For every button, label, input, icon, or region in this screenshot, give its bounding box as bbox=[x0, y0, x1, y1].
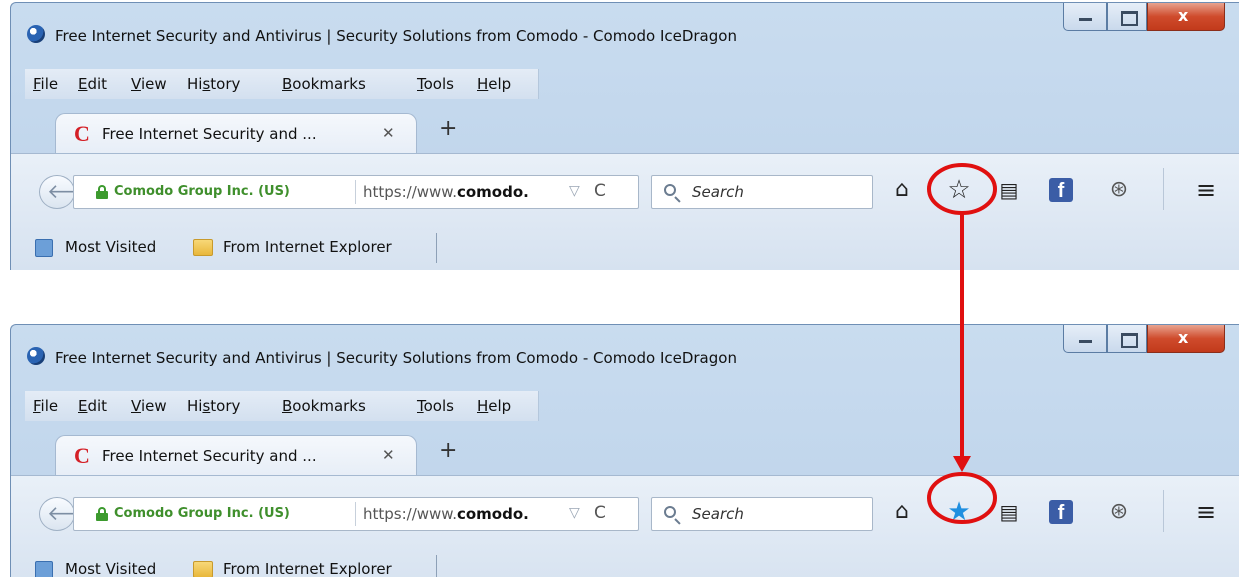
tab-comodo[interactable]: C Free Internet Security and ... ✕ bbox=[55, 435, 417, 475]
url-text[interactable]: https://www.comodo. bbox=[363, 183, 529, 201]
nav-toolbar: 🡐 Comodo Group Inc. (US) https://www.com… bbox=[11, 153, 1239, 225]
most-visited-icon bbox=[35, 239, 53, 257]
home-icon[interactable]: ⌂ bbox=[887, 175, 917, 205]
new-tab-button[interactable]: + bbox=[439, 438, 457, 463]
toolbar-separator bbox=[1163, 490, 1164, 532]
url-separator bbox=[355, 502, 356, 526]
close-window-button[interactable]: x bbox=[1147, 325, 1225, 353]
search-input[interactable] bbox=[692, 505, 862, 523]
menu-help[interactable]: Help bbox=[477, 75, 511, 93]
menu-edit[interactable]: Edit bbox=[78, 75, 107, 93]
folder-icon bbox=[193, 561, 213, 577]
url-bar[interactable]: Comodo Group Inc. (US) https://www.comod… bbox=[73, 497, 639, 531]
tab-title: Free Internet Security and ... bbox=[102, 125, 317, 143]
bookmark-star-filled-icon[interactable]: ★ bbox=[944, 497, 974, 527]
icedragon-app-icon bbox=[27, 25, 45, 43]
tab-comodo[interactable]: C Free Internet Security and ... ✕ bbox=[55, 113, 417, 153]
home-icon[interactable]: ⌂ bbox=[887, 497, 917, 527]
menu-bookmarks[interactable]: Bookmarks bbox=[282, 75, 366, 93]
title-bar: Free Internet Security and Antivirus | S… bbox=[11, 3, 1239, 63]
search-icon bbox=[664, 184, 676, 196]
search-icon bbox=[664, 506, 676, 518]
nav-toolbar: 🡐 Comodo Group Inc. (US) https://www.com… bbox=[11, 475, 1239, 547]
browser-window-after: Free Internet Security and Antivirus | S… bbox=[10, 324, 1239, 577]
bookmark-most-visited[interactable]: Most Visited bbox=[65, 560, 156, 577]
bookmark-star-outline-icon[interactable]: ☆ bbox=[944, 175, 974, 205]
url-bar[interactable]: Comodo Group Inc. (US) https://www.comod… bbox=[73, 175, 639, 209]
toolbar-separator bbox=[1163, 168, 1164, 210]
bookmarks-toolbar: Most Visited From Internet Explorer bbox=[11, 547, 1239, 577]
menu-tools[interactable]: Tools bbox=[417, 75, 454, 93]
maximize-button[interactable] bbox=[1107, 3, 1147, 31]
reading-list-icon[interactable]: ▤ bbox=[994, 175, 1024, 205]
window-title: Free Internet Security and Antivirus | S… bbox=[55, 349, 737, 367]
facebook-icon[interactable]: f bbox=[1049, 178, 1073, 202]
back-button[interactable]: 🡐 bbox=[39, 175, 101, 209]
menu-edit[interactable]: Edit bbox=[78, 397, 107, 415]
reload-icon[interactable]: C bbox=[594, 503, 606, 523]
menu-history[interactable]: History bbox=[187, 397, 240, 415]
tab-close-icon[interactable]: ✕ bbox=[382, 446, 395, 464]
reload-icon[interactable]: C bbox=[594, 181, 606, 201]
menu-help[interactable]: Help bbox=[477, 397, 511, 415]
url-text[interactable]: https://www.comodo. bbox=[363, 505, 529, 523]
bookmark-from-internet-explorer[interactable]: From Internet Explorer bbox=[223, 238, 392, 256]
bookmarks-toolbar: Most Visited From Internet Explorer bbox=[11, 225, 1239, 270]
minimize-button[interactable] bbox=[1063, 325, 1107, 353]
facebook-icon[interactable]: f bbox=[1049, 500, 1073, 524]
close-window-button[interactable]: x bbox=[1147, 3, 1225, 31]
tab-title: Free Internet Security and ... bbox=[102, 447, 317, 465]
back-button[interactable]: 🡐 bbox=[39, 497, 101, 531]
search-input[interactable] bbox=[692, 183, 862, 201]
globe-icon[interactable]: ⊛ bbox=[1104, 175, 1134, 205]
comodo-favicon-icon: C bbox=[74, 443, 90, 468]
hamburger-menu-icon[interactable]: ≡ bbox=[1191, 175, 1221, 205]
globe-icon[interactable]: ⊛ bbox=[1104, 497, 1134, 527]
menu-bar: File Edit View History Bookmarks Tools H… bbox=[25, 391, 539, 421]
url-history-dropdown-icon[interactable]: ▽ bbox=[569, 505, 580, 521]
tab-close-icon[interactable]: ✕ bbox=[382, 124, 395, 142]
close-icon: x bbox=[1178, 6, 1189, 25]
url-history-dropdown-icon[interactable]: ▽ bbox=[569, 183, 580, 199]
hamburger-menu-icon[interactable]: ≡ bbox=[1191, 497, 1221, 527]
menu-history[interactable]: History bbox=[187, 75, 240, 93]
new-tab-button[interactable]: + bbox=[439, 116, 457, 141]
folder-icon bbox=[193, 239, 213, 256]
comodo-favicon-icon: C bbox=[74, 121, 90, 146]
browser-window-before: Free Internet Security and Antivirus | S… bbox=[10, 2, 1239, 270]
url-separator bbox=[355, 180, 356, 204]
minimize-button[interactable] bbox=[1063, 3, 1107, 31]
title-bar: Free Internet Security and Antivirus | S… bbox=[11, 325, 1239, 385]
menu-file[interactable]: File bbox=[33, 397, 58, 415]
icedragon-app-icon bbox=[27, 347, 45, 365]
search-box[interactable] bbox=[651, 175, 873, 209]
reading-list-icon[interactable]: ▤ bbox=[994, 497, 1024, 527]
most-visited-icon bbox=[35, 561, 53, 577]
menu-tools[interactable]: Tools bbox=[417, 397, 454, 415]
bookmarks-end-separator bbox=[436, 555, 437, 577]
menu-file[interactable]: File bbox=[33, 75, 58, 93]
lock-icon bbox=[96, 507, 108, 521]
bookmarks-end-separator bbox=[436, 233, 437, 263]
menu-view[interactable]: View bbox=[131, 397, 167, 415]
menu-bookmarks[interactable]: Bookmarks bbox=[282, 397, 366, 415]
menu-bar: File Edit View History Bookmarks Tools H… bbox=[25, 69, 539, 99]
window-title: Free Internet Security and Antivirus | S… bbox=[55, 27, 737, 45]
maximize-button[interactable] bbox=[1107, 325, 1147, 353]
bookmark-from-internet-explorer[interactable]: From Internet Explorer bbox=[223, 560, 392, 577]
close-icon: x bbox=[1178, 328, 1189, 347]
site-identity[interactable]: Comodo Group Inc. (US) bbox=[114, 506, 290, 521]
search-box[interactable] bbox=[651, 497, 873, 531]
bookmark-most-visited[interactable]: Most Visited bbox=[65, 238, 156, 256]
lock-icon bbox=[96, 185, 108, 199]
site-identity[interactable]: Comodo Group Inc. (US) bbox=[114, 184, 290, 199]
menu-view[interactable]: View bbox=[131, 75, 167, 93]
